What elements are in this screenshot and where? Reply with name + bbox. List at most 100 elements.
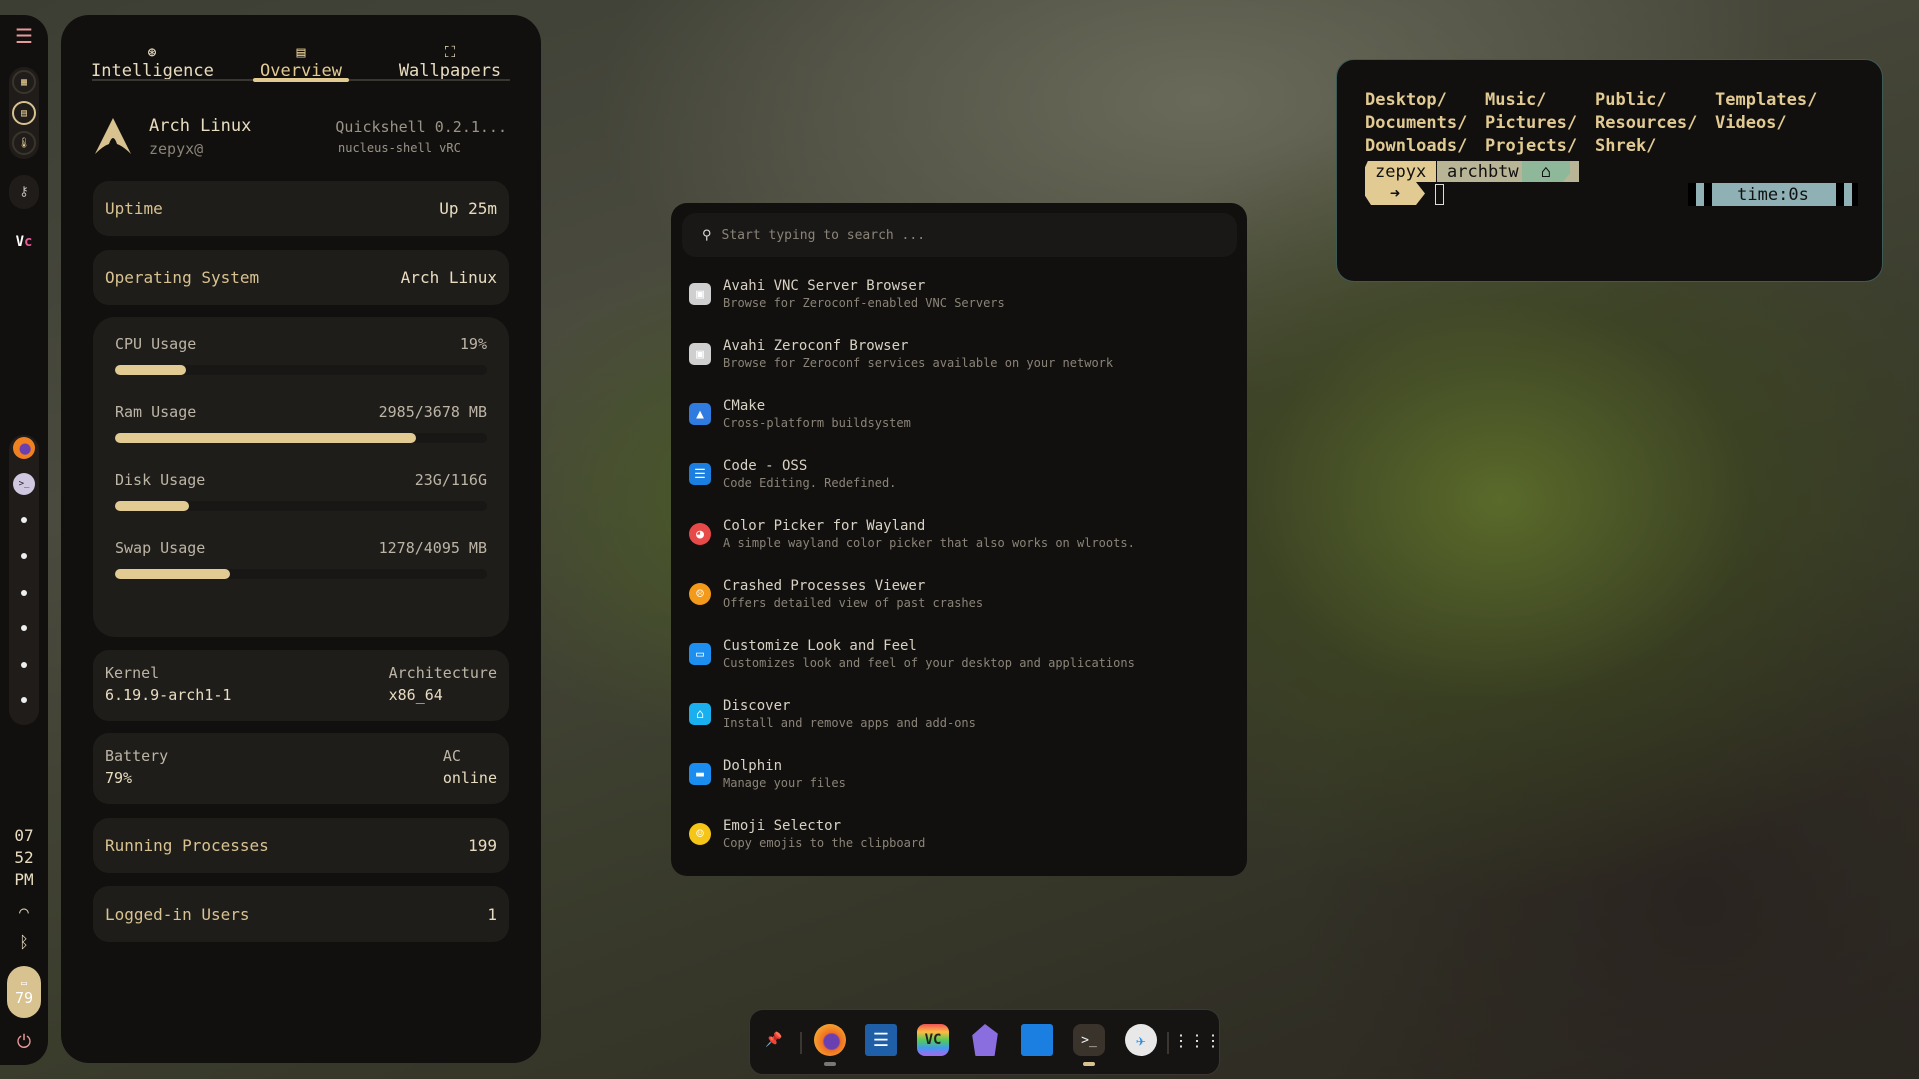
dolphin-icon[interactable] — [1021, 1024, 1053, 1056]
terminal-window[interactable]: Desktop/Music/Public/Templates/Documents… — [1336, 59, 1883, 282]
shell-name: Quickshell 0.2.1... — [335, 118, 507, 136]
app-icon: ▣ — [689, 343, 711, 365]
workspace-dot[interactable] — [21, 697, 27, 703]
app-description: Install and remove apps and add-ons — [723, 715, 976, 730]
workspace-dot[interactable] — [21, 517, 27, 523]
menu-icon[interactable]: ☰ — [15, 24, 33, 48]
app-description: Cross-platform buildsystem — [723, 415, 911, 430]
app-item[interactable]: ☰ Code - OSS Code Editing. Redefined. — [689, 447, 1229, 501]
temperature-icon[interactable]: 🌡 — [12, 131, 36, 155]
app-item[interactable]: ▲ CMake Cross-platform buildsystem — [689, 387, 1229, 441]
firefox-icon[interactable] — [814, 1024, 846, 1056]
search-input[interactable]: ⚲ Start typing to search ... — [682, 213, 1237, 257]
uptime-card: Uptime Up 25m — [93, 181, 509, 236]
username: zepyx@ — [149, 140, 204, 158]
usage-fill — [115, 433, 417, 443]
app-description: Offers detailed view of past crashes — [723, 595, 984, 610]
kernel-label: Kernel — [105, 664, 160, 682]
power-icon[interactable]: ⏻ — [17, 1032, 31, 1053]
disk-usage: Disk Usage 23G/116G — [115, 471, 487, 511]
app-description: Browse for Zeroconf services available o… — [723, 355, 1114, 370]
prompt-arrow: ➜ — [1365, 182, 1425, 205]
app-description: A simple wayland color picker that also … — [723, 535, 1135, 550]
ram-icon[interactable]: ▤ — [12, 101, 36, 125]
workspace-dot[interactable] — [21, 590, 27, 596]
directory-entry: Public/ — [1595, 90, 1667, 110]
app-description: Copy emojis to the clipboard — [723, 835, 926, 850]
battery-label: Battery — [105, 747, 169, 765]
app-icon: ▲ — [689, 403, 711, 425]
app-item[interactable]: ◕ Color Picker for Wayland A simple wayla… — [689, 507, 1229, 561]
clock[interactable]: 07 52 PM — [14, 825, 33, 891]
terminal-icon[interactable]: >_ — [13, 473, 35, 495]
dock-separator — [800, 1032, 802, 1054]
battery-level: 79 — [14, 988, 34, 1007]
app-icon: ⌂ — [689, 703, 711, 725]
running-indicator — [824, 1062, 836, 1066]
kernel-card: Kernel 6.19.9-arch1-1 Architecture x86_64 — [93, 650, 509, 721]
shell-version: nucleus-shell vRC — [338, 141, 461, 155]
firefox-icon[interactable] — [13, 437, 35, 459]
usage-bar — [115, 433, 487, 443]
pin-icon[interactable]: 📌 — [758, 1024, 790, 1056]
app-icon: ▬ — [689, 763, 711, 785]
uptime-value: Up 25m — [439, 199, 497, 218]
tab-wallpapers[interactable]: ⛶ Wallpapers — [381, 43, 519, 81]
key-icon[interactable]: ⚷ — [19, 185, 29, 200]
app-name: Avahi VNC Server Browser — [723, 277, 926, 294]
workspace-dot[interactable] — [21, 625, 27, 631]
search-placeholder: Start typing to search ... — [721, 227, 926, 243]
app-icon: ▣ — [689, 283, 711, 305]
vesktop-icon[interactable]: VC — [917, 1024, 949, 1056]
app-item[interactable]: ☺ Emoji Selector Copy emojis to the clipb… — [689, 807, 1229, 861]
app-icon: ☰ — [689, 463, 711, 485]
app-item[interactable]: ▬ Dolphin Manage your files — [689, 747, 1229, 801]
app-icon: ◕ — [689, 523, 711, 545]
usage-label: CPU Usage — [115, 335, 197, 353]
cpu-icon[interactable]: ▦ — [12, 70, 36, 94]
app-item[interactable]: ▭ Customize Look and Feel Customizes look… — [689, 627, 1229, 681]
workspace-dot[interactable] — [21, 662, 27, 668]
app-name: Avahi Zeroconf Browser — [723, 337, 909, 354]
app-item[interactable]: ▣ Avahi VNC Server Browser Browse for Zer… — [689, 267, 1229, 321]
code-oss-icon[interactable]: ☰ — [865, 1024, 897, 1056]
wifi-icon[interactable]: ◠ — [19, 903, 29, 922]
tab-overview[interactable]: ▤ Overview — [241, 43, 361, 81]
app-icon: ☹ — [689, 583, 711, 605]
arch-logo-icon — [95, 118, 131, 154]
dock-separator — [1167, 1032, 1169, 1054]
app-item[interactable]: ⌂ Discover Install and remove apps and ad… — [689, 687, 1229, 741]
workspace-dot[interactable] — [21, 553, 27, 559]
app-name: Dolphin — [723, 757, 783, 774]
usage-bar — [115, 569, 487, 579]
app-grid-icon[interactable]: ⋮⋮⋮ — [1173, 1024, 1221, 1056]
home-icon: ⌂ — [1522, 161, 1570, 182]
app-icon: ▭ — [689, 643, 711, 665]
os-value: Arch Linux — [400, 268, 497, 287]
tab-intelligence[interactable]: ⊛ Intelligence — [91, 43, 214, 81]
terminal-icon[interactable]: >_ — [1073, 1024, 1105, 1056]
bluetooth-icon[interactable]: ᛒ — [19, 933, 29, 952]
directory-entry: Videos/ — [1715, 113, 1787, 133]
os-label: Operating System — [105, 268, 260, 287]
users-value: 1 — [487, 904, 497, 924]
app-item[interactable]: ▣ Avahi Zeroconf Browser Browse for Zeroc… — [689, 327, 1229, 381]
battery-indicator[interactable]: ▭ 79 — [7, 966, 41, 1018]
usage-value: 19% — [459, 335, 487, 353]
battery-card: Battery 79% AC online — [93, 733, 509, 804]
directory-entry: Desktop/ — [1365, 90, 1447, 110]
brain-icon: ⊛ — [147, 43, 157, 61]
vesktop-icon[interactable]: Vc — [16, 234, 33, 250]
app-item[interactable]: ☹ Crashed Processes Viewer Offers detaile… — [689, 567, 1229, 621]
app-description: Manage your files — [723, 775, 846, 790]
obsidian-icon[interactable] — [972, 1024, 998, 1056]
users-card: Logged-in Users 1 — [93, 886, 509, 942]
app-name: Color Picker for Wayland — [723, 517, 926, 534]
running-indicator — [1083, 1062, 1095, 1066]
discover-icon[interactable]: ✈ — [1125, 1024, 1157, 1056]
usage-label: Disk Usage — [115, 471, 206, 489]
cpu-usage: CPU Usage 19% — [115, 335, 487, 375]
app-name: Emoji Selector — [723, 817, 842, 834]
app-icon: ☺ — [689, 823, 711, 845]
tab-label: Wallpapers — [398, 61, 502, 81]
